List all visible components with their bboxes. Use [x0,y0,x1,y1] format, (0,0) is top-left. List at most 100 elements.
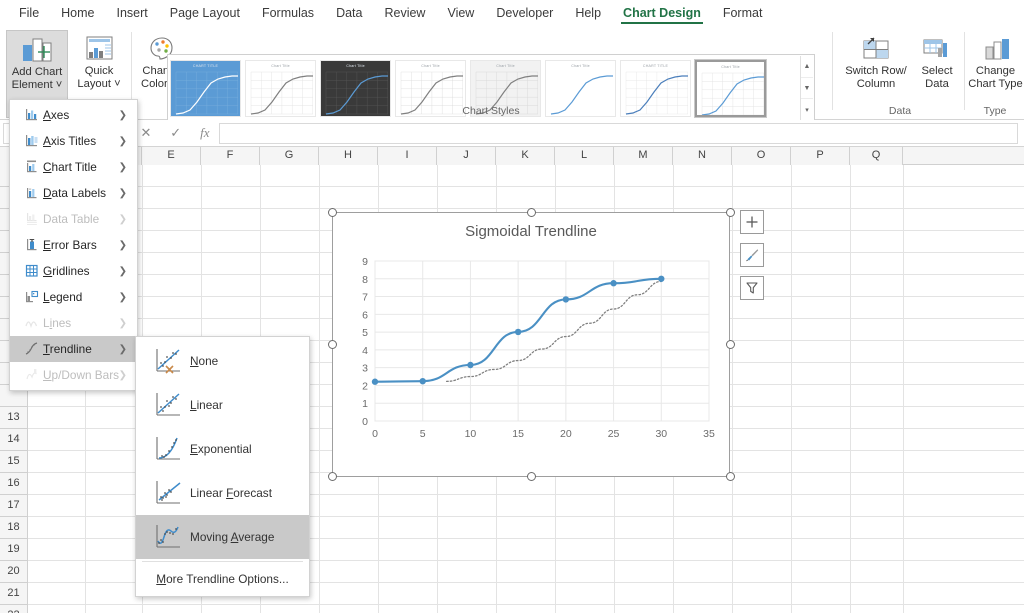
error-bars-icon [19,238,43,252]
trendline-option-label: Linear Forecast [190,486,272,500]
ribbon-tab-page-layout[interactable]: Page Layout [159,2,251,25]
column-header-M[interactable]: M [614,147,673,165]
change-chart-type-button[interactable]: Change Chart Type [967,30,1024,90]
quick-layout-button[interactable]: Quick Layout ˅ [70,30,128,90]
row-header-22[interactable]: 22 [0,605,28,613]
chevron-right-icon: ❯ [118,369,127,381]
column-header-O[interactable]: O [732,147,791,165]
row-header-19[interactable]: 19 [0,539,28,561]
trendline-icon [19,342,43,356]
row-header-16[interactable]: 16 [0,473,28,495]
menu-item-axis-titles[interactable]: Axis Titles ❯ [10,128,137,154]
series-data-point[interactable] [371,378,379,385]
series-data-point[interactable] [467,361,474,369]
chevron-right-icon: ❯ [118,109,127,121]
chart-elements-button[interactable] [740,210,764,234]
chart-handle-s[interactable] [527,472,536,481]
switch-row-column-button[interactable]: Switch Row/ Column [841,30,911,90]
ribbon-tab-data[interactable]: Data [325,2,373,25]
chart-handle-se[interactable] [726,472,735,481]
row-header-20[interactable]: 20 [0,561,28,583]
chart-styles-button[interactable] [740,243,764,267]
trendline-submenu[interactable]: None Linear Exponential Linear Forecast Movi… [135,336,310,597]
ribbon-tab-view[interactable]: View [436,2,485,25]
chart-title[interactable]: Sigmoidal Trendline [333,223,729,240]
series-data-point[interactable] [610,280,617,287]
ribbon-tab-formulas[interactable]: Formulas [251,2,325,25]
menu-item-error-bars[interactable]: Error Bars ❯ [10,232,137,258]
column-header-P[interactable]: P [791,147,850,165]
grid-vline [850,165,851,613]
menu-item-chart-title[interactable]: Chart Title ❯ [10,154,137,180]
row-header-15[interactable]: 15 [0,451,28,473]
trendline-exponential-icon [146,435,190,463]
trendline-linear-icon [146,391,190,419]
column-header-H[interactable]: H [319,147,378,165]
ribbon-tab-insert[interactable]: Insert [106,2,159,25]
chart-handle-w[interactable] [328,340,337,349]
trendline-option-label: Moving Average [190,530,275,544]
series-data-point[interactable] [514,328,522,336]
column-header-L[interactable]: L [555,147,614,165]
trendline-option-linear-forecast[interactable]: Linear Forecast [136,471,309,515]
menu-item-gridlines[interactable]: Gridlines ❯ [10,258,137,284]
funnel-icon [746,282,758,294]
more-trendline-options-item[interactable]: More Trendline Options... [136,564,309,594]
menu-item-trendline[interactable]: Trendline ❯ [10,336,137,362]
menu-item-data-labels[interactable]: Data Labels ❯ [10,180,137,206]
ribbon-tab-home[interactable]: Home [50,2,105,25]
ribbon-tab-file[interactable]: File [8,2,50,25]
trendline-option-linear[interactable]: Linear [136,383,309,427]
menu-item-legend[interactable]: Legend ❯ [10,284,137,310]
chevron-right-icon: ❯ [118,213,127,225]
column-header-N[interactable]: N [673,147,732,165]
chart-handle-nw[interactable] [328,208,337,217]
grid-vline [319,165,320,613]
column-header-F[interactable]: F [201,147,260,165]
chart-handle-ne[interactable] [726,208,735,217]
function-icon[interactable]: fx [200,125,209,141]
series-data-point[interactable] [658,275,665,282]
add-chart-element-label-1: Add Chart [11,66,63,78]
chart-handle-e[interactable] [726,340,735,349]
formula-input[interactable] [219,122,1018,144]
column-header-J[interactable]: J [437,147,496,165]
trendline-option-moving-average[interactable]: Moving Average [136,515,309,559]
chart-plot[interactable]: 0 1 2 3 4 5 6 7 8 9 0 5 10 15 20 25 30 35 [333,213,729,476]
series-data-point[interactable] [562,296,570,303]
select-data-label-1: Select [921,65,953,77]
chart-style-thumbnail-title: Chart Title [496,63,515,68]
chart-object[interactable]: Sigmoidal Trendline 0 1 2 3 4 5 6 7 8 9 0 5 10 15 20 25… [332,212,730,477]
chart-filters-button[interactable] [740,276,764,300]
ribbon-tab-developer[interactable]: Developer [485,2,564,25]
ribbon-tab-chart-design[interactable]: Chart Design [612,2,712,25]
y-axis-tick-label: 0 [362,416,368,428]
row-header-18[interactable]: 18 [0,517,28,539]
column-header-E[interactable]: E [142,147,201,165]
cancel-icon[interactable]: ✕ [140,125,151,141]
row-header-21[interactable]: 21 [0,583,28,605]
column-headers: CDEFGHIJKLMNOPQ [0,147,1024,165]
check-icon[interactable]: ✓ [170,125,181,141]
series-data-point[interactable] [419,377,426,385]
select-data-button[interactable]: Select Data [913,30,961,90]
chart-handle-sw[interactable] [328,472,337,481]
gallery-scroll-up[interactable]: ▲ [801,56,813,78]
column-header-K[interactable]: K [496,147,555,165]
row-header-13[interactable]: 13 [0,407,28,429]
ribbon-tab-help[interactable]: Help [564,2,612,25]
ribbon-divider-3 [964,32,965,110]
row-header-14[interactable]: 14 [0,429,28,451]
menu-item-axes[interactable]: Axes ❯ [10,102,137,128]
trendline-option-exponential[interactable]: Exponential [136,427,309,471]
trendline-option-none[interactable]: None [136,339,309,383]
column-header-Q[interactable]: Q [850,147,903,165]
chart-handle-n[interactable] [527,208,536,217]
row-header-17[interactable]: 17 [0,495,28,517]
add-chart-element-menu[interactable]: Axes ❯ Axis Titles ❯ Chart Title ❯ Data Labels… [9,99,138,391]
ribbon-tab-format[interactable]: Format [712,2,774,25]
column-header-G[interactable]: G [260,147,319,165]
ribbon-tab-review[interactable]: Review [373,2,436,25]
gallery-scroll-down[interactable]: ▼ [801,78,813,100]
column-header-I[interactable]: I [378,147,437,165]
